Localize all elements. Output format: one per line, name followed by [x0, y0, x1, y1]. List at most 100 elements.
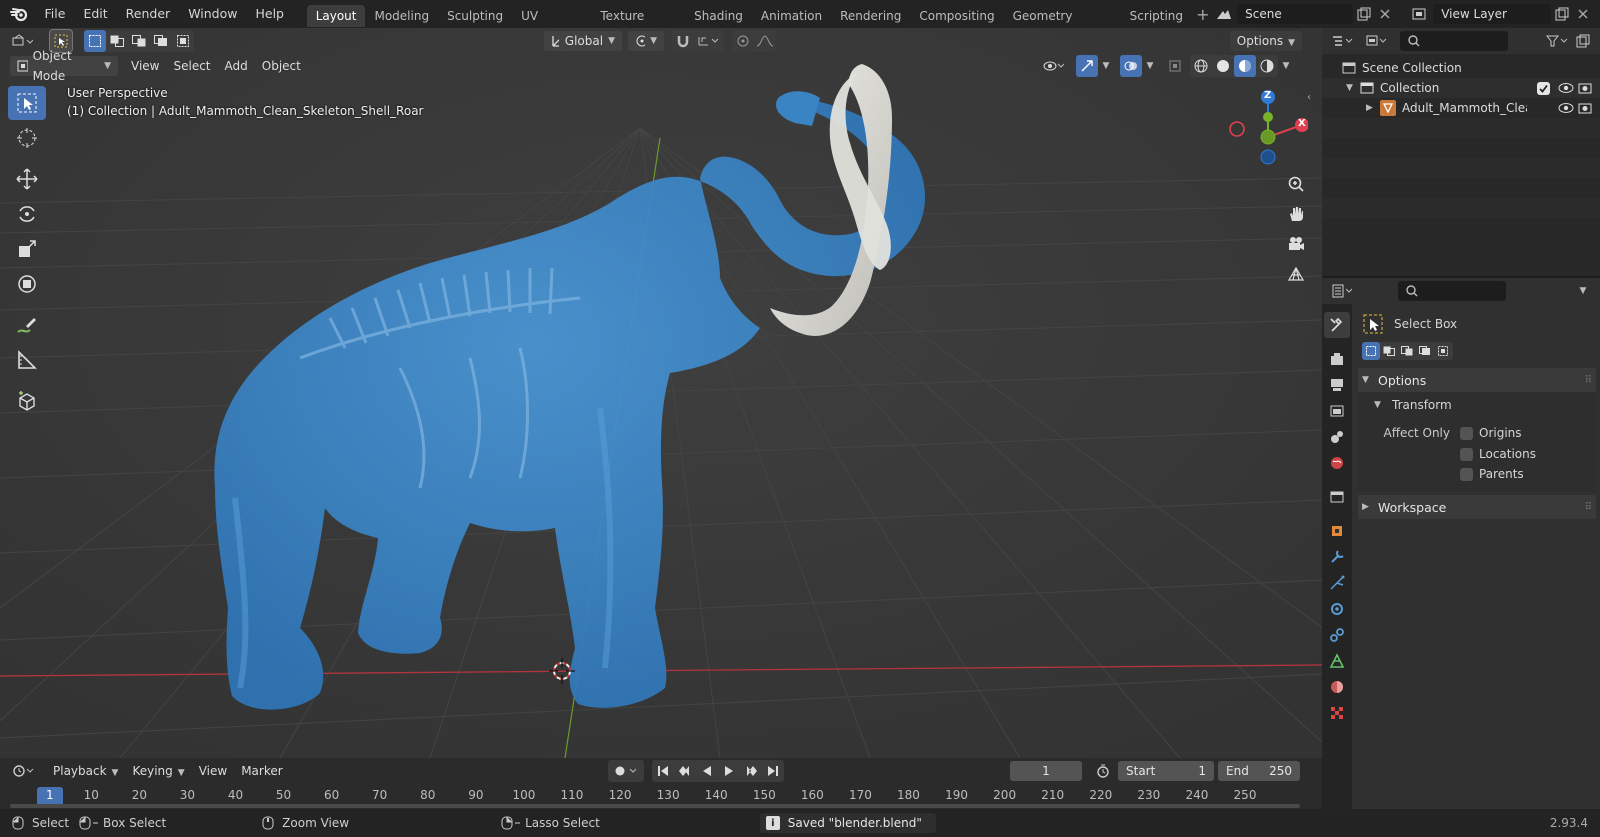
transform-orientation-dropdown[interactable]: Global ▼ [544, 31, 622, 51]
start-frame-field[interactable]: Start 1 [1118, 761, 1214, 781]
timeline-view-menu[interactable]: View [192, 761, 234, 781]
rendered-shading-icon[interactable] [1256, 55, 1278, 77]
tab-uv-editing[interactable]: UV Editing [512, 5, 591, 45]
overlays-dropdown[interactable]: ▼ [1142, 55, 1158, 77]
render-camera-icon[interactable] [1578, 82, 1592, 94]
tool-properties-icon[interactable] [1324, 312, 1350, 338]
particles-properties-icon[interactable] [1324, 570, 1350, 596]
camera-view-button[interactable] [1282, 230, 1310, 258]
overlays-toggle-icon[interactable] [1120, 55, 1142, 77]
wireframe-shading-icon[interactable] [1190, 55, 1212, 77]
drag-handle-icon[interactable]: ⠿ [1585, 502, 1592, 513]
viewport-menu-object[interactable]: Object [255, 56, 308, 76]
object-properties-icon[interactable] [1324, 518, 1350, 544]
outliner-search-input[interactable] [1400, 31, 1508, 51]
cursor-tool[interactable] [8, 121, 46, 155]
expand-arrow-icon[interactable]: ▼ [1346, 83, 1360, 93]
add-workspace-button[interactable]: + [1192, 5, 1214, 27]
view-layer-browse-icon[interactable] [1410, 3, 1432, 25]
tab-scripting[interactable]: Scripting [1121, 5, 1192, 27]
current-frame-field[interactable]: 1 [1010, 761, 1082, 781]
keying-menu[interactable]: Keying ▼ [125, 761, 191, 781]
delete-scene-icon[interactable] [1374, 3, 1396, 25]
menu-window[interactable]: Window [179, 0, 246, 28]
transform-tool[interactable] [8, 267, 46, 301]
scale-tool[interactable] [8, 232, 46, 266]
render-camera-icon[interactable] [1578, 102, 1592, 114]
drag-handle-icon[interactable]: ⠿ [1585, 375, 1592, 386]
timeline-scrollbar[interactable] [10, 804, 1300, 808]
gizmo-toggle-icon[interactable] [1076, 55, 1098, 77]
mode-dropdown[interactable]: Object Mode ▼ [10, 49, 118, 83]
origins-checkbox[interactable] [1460, 426, 1473, 440]
move-tool[interactable] [8, 162, 46, 196]
world-properties-icon[interactable] [1324, 450, 1350, 476]
workspace-panel-header[interactable]: ▶ Workspace ⠿ [1358, 495, 1596, 519]
options-panel-header[interactable]: ▼ Options ⠿ [1358, 368, 1596, 392]
annotate-tool[interactable] [8, 308, 46, 342]
timeline-editor-type-icon[interactable] [8, 760, 40, 782]
menu-render[interactable]: Render [117, 0, 180, 28]
outliner-row-scene-collection[interactable]: Scene Collection [1322, 58, 1600, 78]
new-scene-icon[interactable] [1353, 3, 1375, 25]
select-new-icon[interactable] [1362, 342, 1380, 360]
scene-name-field[interactable]: Scene [1237, 4, 1353, 24]
falloff-curve-icon[interactable] [754, 30, 776, 52]
new-collection-icon[interactable] [1572, 30, 1594, 52]
pan-view-button[interactable] [1282, 200, 1310, 228]
scene-properties-icon[interactable] [1324, 424, 1350, 450]
scene-browse-icon[interactable] [1214, 3, 1236, 25]
select-subtract-icon[interactable] [1398, 342, 1416, 360]
filter-icon[interactable] [1542, 30, 1572, 52]
menu-file[interactable]: File [36, 0, 75, 28]
select-box-tool[interactable] [8, 86, 46, 120]
display-mode-icon[interactable] [1362, 30, 1392, 52]
select-subtract-icon[interactable] [128, 30, 150, 52]
physics-properties-icon[interactable] [1324, 596, 1350, 622]
menu-help[interactable]: Help [246, 0, 293, 28]
record-keyframe-button[interactable] [607, 760, 644, 782]
viewport-menu-view[interactable]: View [124, 56, 166, 76]
snap-target-dropdown[interactable] [694, 30, 724, 52]
blender-logo-icon[interactable] [8, 3, 30, 25]
pivot-point-dropdown[interactable]: ▼ [628, 31, 664, 51]
properties-options-chevron-icon[interactable]: ▼ [1572, 280, 1594, 302]
select-invert-icon[interactable] [150, 30, 172, 52]
jump-end-icon[interactable] [762, 760, 784, 782]
delete-view-layer-icon[interactable] [1573, 3, 1595, 25]
outliner-editor-type-icon[interactable] [1328, 30, 1358, 52]
navigation-gizmo[interactable]: Z X [1228, 86, 1309, 166]
options-dropdown[interactable]: Options ▼ [1229, 31, 1302, 51]
rotate-tool[interactable] [8, 197, 46, 231]
status-report[interactable]: i Saved "blender.blend" [759, 813, 936, 833]
select-intersect-icon[interactable] [1434, 342, 1452, 360]
select-extend-icon[interactable] [106, 30, 128, 52]
collection-properties-icon[interactable] [1324, 484, 1350, 510]
collection-exclude-checkbox[interactable] [1537, 81, 1550, 95]
zoom-view-button[interactable] [1282, 170, 1310, 198]
add-cube-tool[interactable] [8, 384, 46, 418]
select-invert-icon[interactable] [1416, 342, 1434, 360]
select-extend-icon[interactable] [1380, 342, 1398, 360]
select-intersect-icon[interactable] [172, 30, 194, 52]
modifier-properties-icon[interactable] [1324, 544, 1350, 570]
output-properties-icon[interactable] [1324, 372, 1350, 398]
playback-menu[interactable]: Playback ▼ [46, 761, 125, 781]
gizmo-dropdown[interactable]: ▼ [1098, 55, 1114, 77]
tab-modeling[interactable]: Modeling [365, 5, 438, 27]
solid-shading-icon[interactable] [1212, 55, 1234, 77]
view-layer-name-field[interactable]: View Layer [1433, 4, 1551, 24]
expand-arrow-icon[interactable]: ▶ [1366, 103, 1380, 113]
xray-toggle-icon[interactable] [1164, 55, 1186, 77]
tab-layout[interactable]: Layout [306, 5, 366, 27]
viewport-menu-add[interactable]: Add [218, 56, 255, 76]
eye-icon[interactable] [1558, 82, 1574, 94]
outliner-row-mammoth-object[interactable]: ▶ Adult_Mammoth_Clean_S [1322, 98, 1600, 118]
3d-viewport[interactable] [0, 28, 1322, 758]
tab-shading[interactable]: Shading [685, 5, 752, 27]
measure-tool[interactable] [8, 343, 46, 377]
prev-keyframe-icon[interactable] [674, 760, 696, 782]
visibility-dropdown[interactable] [1038, 55, 1070, 77]
snap-magnet-icon[interactable] [672, 30, 694, 52]
menu-edit[interactable]: Edit [74, 0, 116, 28]
